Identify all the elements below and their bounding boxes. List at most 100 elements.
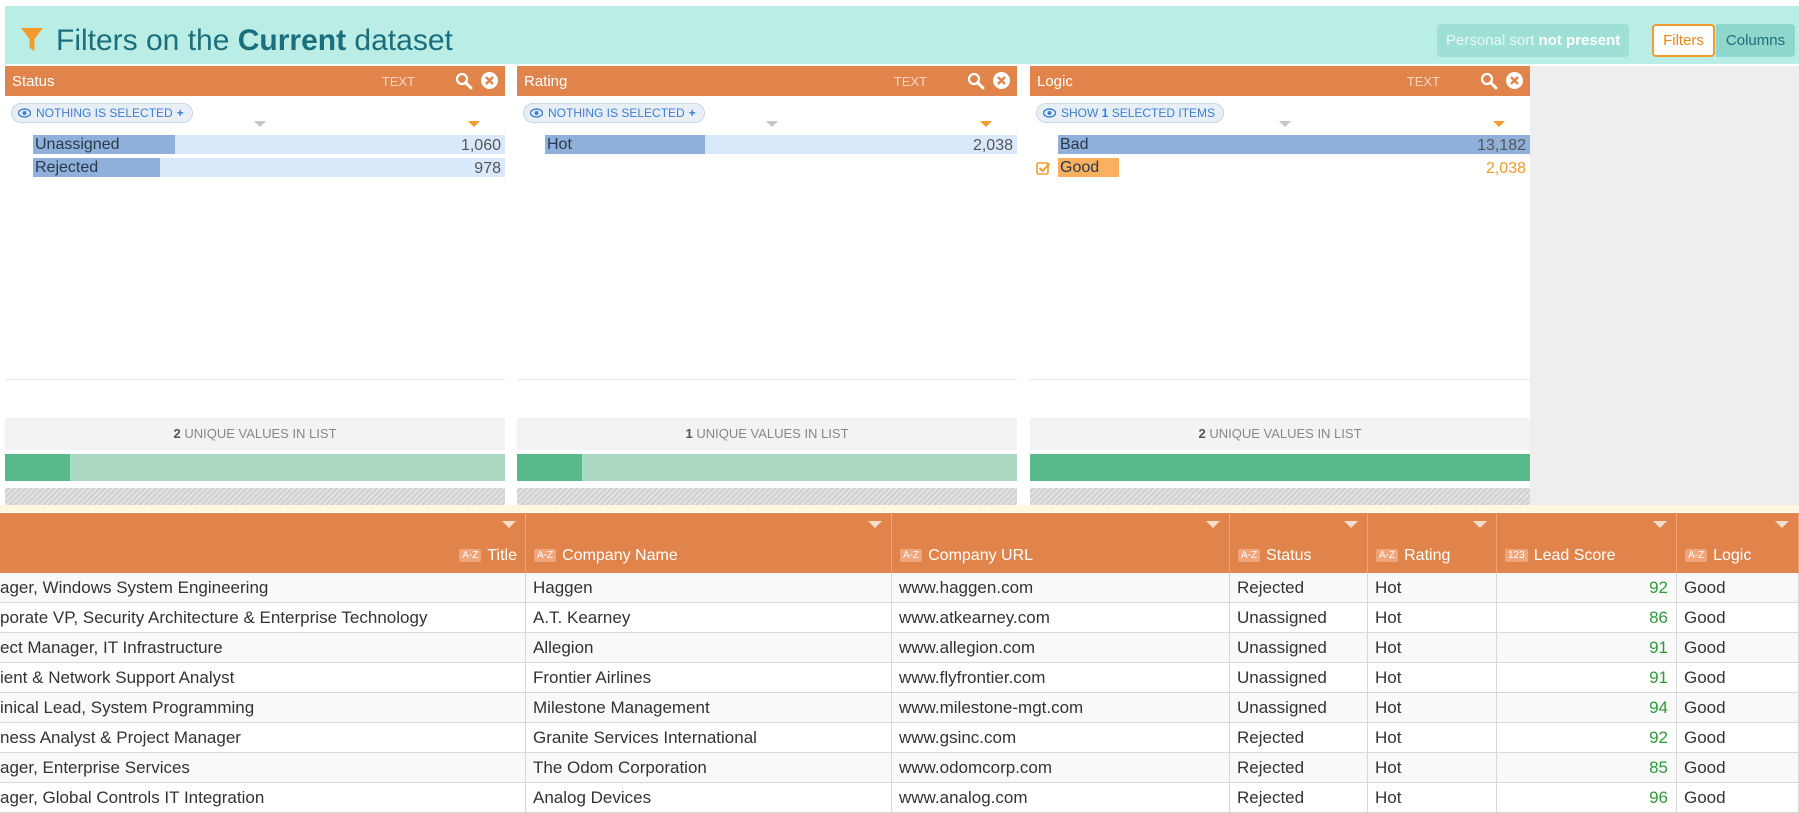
table-cell[interactable]: 94 <box>1497 693 1677 723</box>
sort-arrow-icon[interactable] <box>254 121 266 127</box>
table-cell[interactable]: ager, Enterprise Services <box>0 753 526 783</box>
column-header-rating[interactable]: A-Z Rating <box>1368 513 1497 573</box>
table-cell[interactable]: www.gsinc.com <box>892 723 1230 753</box>
columns-button[interactable]: Columns <box>1716 24 1795 57</box>
table-cell[interactable]: Hot <box>1368 753 1497 783</box>
table-cell[interactable]: Frontier Airlines <box>526 663 892 693</box>
table-cell[interactable]: www.atkearney.com <box>892 603 1230 633</box>
table-row[interactable]: ager, Enterprise Services The Odom Corpor… <box>0 753 1799 783</box>
search-icon[interactable] <box>1480 72 1498 90</box>
table-cell[interactable]: A.T. Kearney <box>526 603 892 633</box>
table-cell[interactable]: Allegion <box>526 633 892 663</box>
value-row[interactable]: Rejected 978 <box>5 156 505 179</box>
column-header-company-name[interactable]: A-Z Company Name <box>526 513 892 573</box>
table-cell[interactable]: www.allegion.com <box>892 633 1230 663</box>
column-header-status[interactable]: A-Z Status <box>1230 513 1368 573</box>
column-header-company-url[interactable]: A-Z Company URL <box>892 513 1230 573</box>
table-cell[interactable]: Hot <box>1368 783 1497 813</box>
table-row[interactable]: ager, Windows System Engineering Haggen ww… <box>0 573 1799 603</box>
table-cell[interactable]: Unassigned <box>1230 633 1368 663</box>
table-row[interactable]: ient & Network Support Analyst Frontier A… <box>0 663 1799 693</box>
table-cell[interactable]: Good <box>1677 633 1799 663</box>
table-cell[interactable]: Hot <box>1368 663 1497 693</box>
resize-handle[interactable] <box>1030 488 1530 506</box>
table-cell[interactable]: Granite Services International <box>526 723 892 753</box>
column-menu-icon[interactable] <box>1206 521 1220 528</box>
selection-chip[interactable]: NOTHING IS SELECTED + <box>523 103 705 123</box>
table-cell[interactable]: Hot <box>1368 633 1497 663</box>
value-row[interactable]: Unassigned 1,060 <box>5 133 505 156</box>
table-cell[interactable]: Good <box>1677 753 1799 783</box>
table-cell[interactable]: 86 <box>1497 603 1677 633</box>
selection-chip[interactable]: SHOW 1 SELECTED ITEMS <box>1036 103 1225 123</box>
value-row[interactable]: Good 2,038 <box>1030 156 1530 179</box>
table-cell[interactable]: www.milestone-mgt.com <box>892 693 1230 723</box>
table-cell[interactable]: Good <box>1677 723 1799 753</box>
checkbox-icon[interactable] <box>1036 161 1051 176</box>
table-cell[interactable]: 91 <box>1497 663 1677 693</box>
search-icon[interactable] <box>967 72 985 90</box>
table-cell[interactable]: www.flyfrontier.com <box>892 663 1230 693</box>
close-icon[interactable] <box>480 71 499 90</box>
search-icon[interactable] <box>455 72 473 90</box>
close-icon[interactable] <box>992 71 1011 90</box>
table-cell[interactable]: Good <box>1677 603 1799 633</box>
column-header-logic[interactable]: A-Z Logic <box>1677 513 1799 573</box>
table-cell[interactable]: Hot <box>1368 723 1497 753</box>
column-menu-icon[interactable] <box>502 521 516 528</box>
table-cell[interactable]: Haggen <box>526 573 892 603</box>
table-row[interactable]: ect Manager, IT Infrastructure Allegion ww… <box>0 633 1799 663</box>
table-cell[interactable]: Unassigned <box>1230 603 1368 633</box>
table-cell[interactable]: 96 <box>1497 783 1677 813</box>
table-cell[interactable]: Rejected <box>1230 753 1368 783</box>
column-menu-icon[interactable] <box>1775 521 1789 528</box>
filters-button[interactable]: Filters <box>1652 24 1715 57</box>
column-menu-icon[interactable] <box>1473 521 1487 528</box>
count-sort-arrow-icon[interactable] <box>1493 121 1505 127</box>
table-cell[interactable]: Hot <box>1368 603 1497 633</box>
table-cell[interactable]: Good <box>1677 783 1799 813</box>
table-cell[interactable]: ness Analyst & Project Manager <box>0 723 526 753</box>
personal-sort-button[interactable]: Personal sort not present <box>1437 24 1630 57</box>
sort-arrow-icon[interactable] <box>766 121 778 127</box>
resize-handle[interactable] <box>517 488 1017 506</box>
table-cell[interactable]: The Odom Corporation <box>526 753 892 783</box>
table-cell[interactable]: Analog Devices <box>526 783 892 813</box>
table-cell[interactable]: Hot <box>1368 573 1497 603</box>
table-cell[interactable]: Good <box>1677 573 1799 603</box>
table-cell[interactable]: Milestone Management <box>526 693 892 723</box>
table-cell[interactable]: porate VP, Security Architecture & Enter… <box>0 603 526 633</box>
table-cell[interactable]: Rejected <box>1230 723 1368 753</box>
resize-handle[interactable] <box>5 488 505 506</box>
table-cell[interactable]: Good <box>1677 693 1799 723</box>
plus-icon[interactable]: + <box>689 106 696 120</box>
table-cell[interactable]: inical Lead, System Programming <box>0 693 526 723</box>
column-header-title[interactable]: A-Z Title <box>0 513 526 573</box>
column-menu-icon[interactable] <box>1653 521 1667 528</box>
table-cell[interactable]: Hot <box>1368 693 1497 723</box>
column-header-lead-score[interactable]: 123 Lead Score <box>1497 513 1677 573</box>
table-cell[interactable]: Unassigned <box>1230 663 1368 693</box>
table-row[interactable]: ness Analyst & Project Manager Granite Se… <box>0 723 1799 753</box>
table-row[interactable]: inical Lead, System Programming Milestone… <box>0 693 1799 723</box>
value-row[interactable]: Hot 2,038 <box>517 133 1017 156</box>
table-row[interactable]: ager, Global Controls IT Integration Anal… <box>0 783 1799 813</box>
table-cell[interactable]: Rejected <box>1230 573 1368 603</box>
selection-chip[interactable]: NOTHING IS SELECTED + <box>11 103 193 123</box>
table-cell[interactable]: 85 <box>1497 753 1677 783</box>
table-cell[interactable]: ient & Network Support Analyst <box>0 663 526 693</box>
table-cell[interactable]: ager, Windows System Engineering <box>0 573 526 603</box>
table-cell[interactable]: 92 <box>1497 723 1677 753</box>
column-menu-icon[interactable] <box>868 521 882 528</box>
table-cell[interactable]: 92 <box>1497 573 1677 603</box>
plus-icon[interactable]: + <box>177 106 184 120</box>
table-cell[interactable]: ager, Global Controls IT Integration <box>0 783 526 813</box>
column-menu-icon[interactable] <box>1344 521 1358 528</box>
table-cell[interactable]: www.odomcorp.com <box>892 753 1230 783</box>
count-sort-arrow-icon[interactable] <box>468 121 480 127</box>
value-row[interactable]: Bad 13,182 <box>1030 133 1530 156</box>
table-cell[interactable]: ect Manager, IT Infrastructure <box>0 633 526 663</box>
count-sort-arrow-icon[interactable] <box>980 121 992 127</box>
close-icon[interactable] <box>1505 71 1524 90</box>
table-cell[interactable]: www.analog.com <box>892 783 1230 813</box>
